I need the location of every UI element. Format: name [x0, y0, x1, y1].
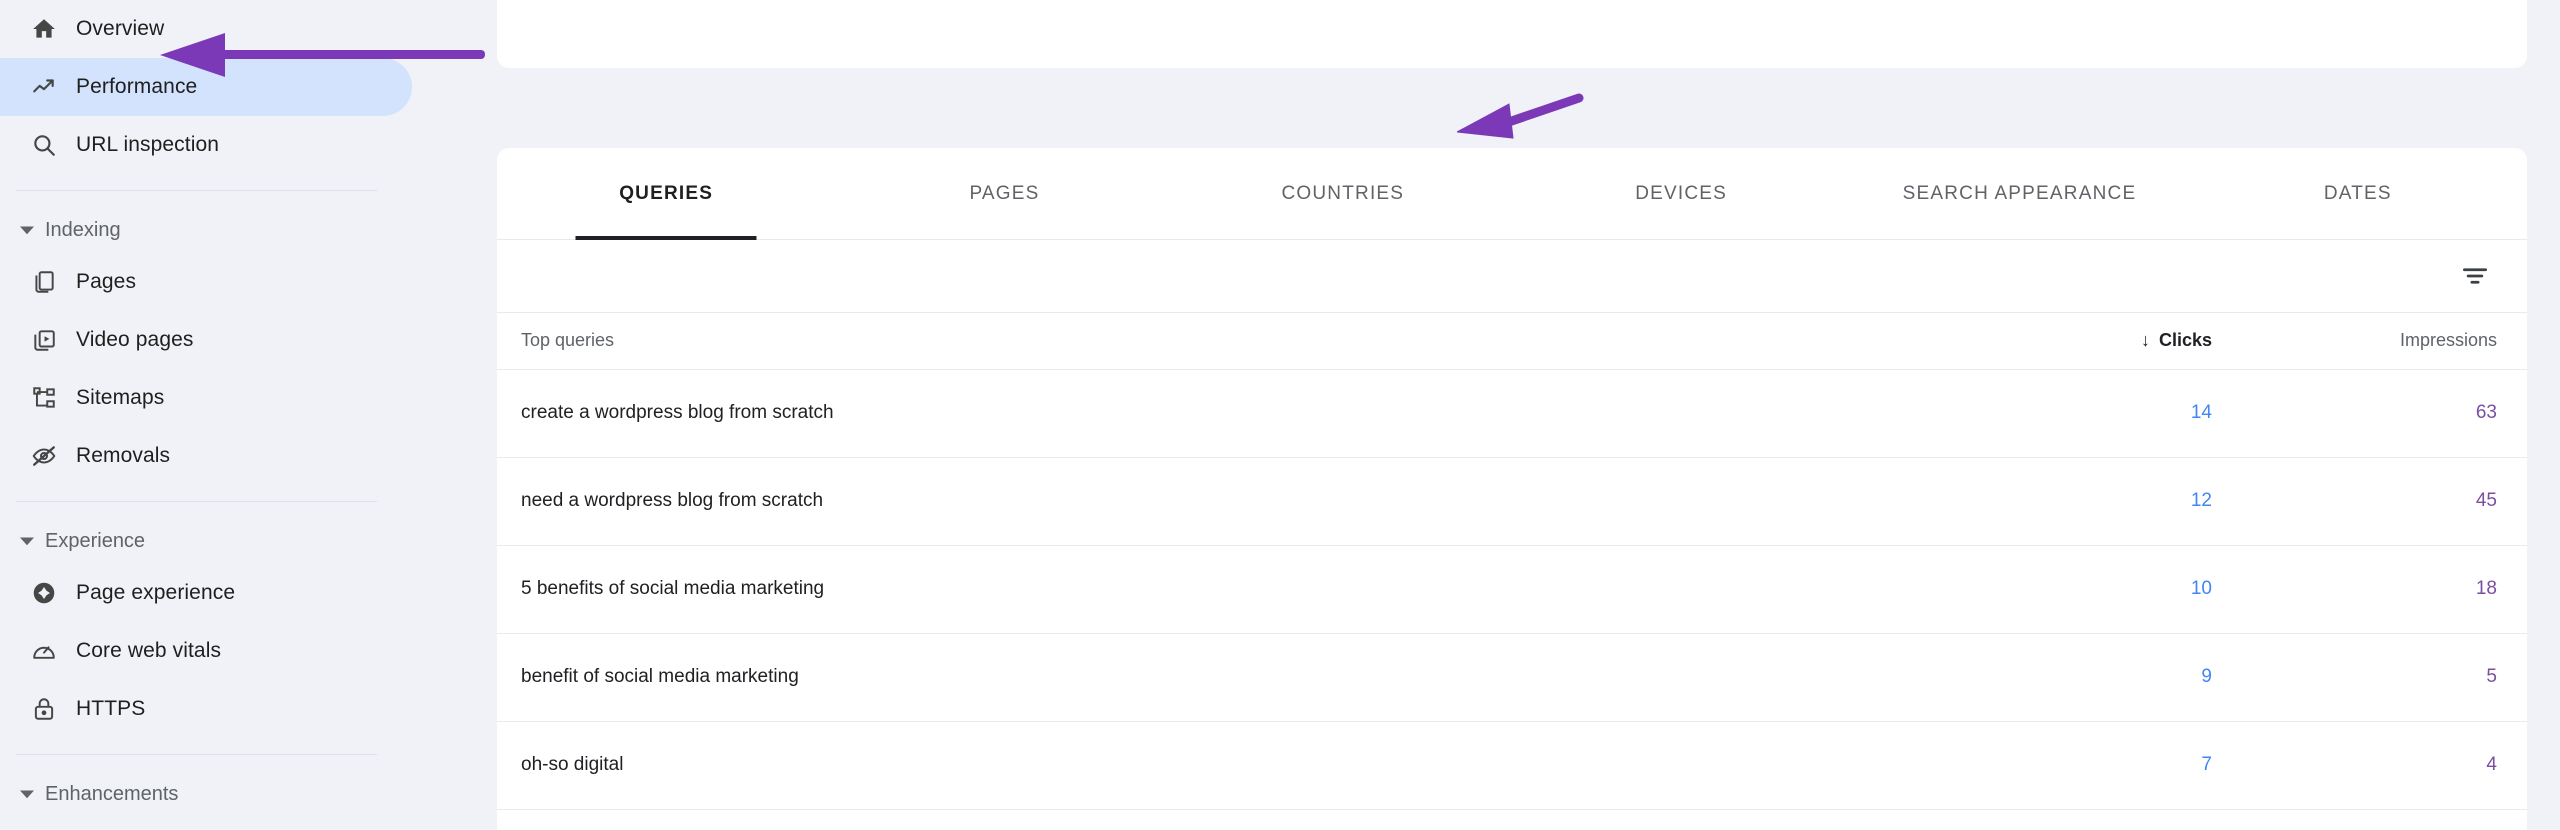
cell-query: oh-so digital — [521, 754, 624, 775]
chevron-down-icon — [14, 787, 40, 801]
sidebar-item-label: HTTPS — [76, 697, 146, 720]
cell-clicks: 9 — [2201, 666, 2212, 687]
lock-icon — [22, 696, 66, 722]
sidebar-item-label: Core web vitals — [76, 639, 222, 662]
tab-search-appearance[interactable]: SEARCH APPEARANCE — [1850, 148, 2188, 240]
table-row[interactable]: oh-so digital 7 4 — [497, 721, 2527, 809]
sidebar-item-https[interactable]: HTTPS — [0, 680, 412, 738]
page-experience-icon — [22, 580, 66, 606]
cell-query: 5 benefits of social media marketing — [521, 578, 825, 599]
tab-pages[interactable]: PAGES — [835, 148, 1173, 240]
tab-label: SEARCH APPEARANCE — [1902, 182, 2137, 204]
sidebar-item-label: Page experience — [76, 581, 236, 604]
table-row[interactable]: merge two wordpress sites 0 3 — [497, 809, 2527, 830]
sidebar-item-label: Video pages — [76, 328, 194, 351]
dimension-tabs: QUERIES PAGES COUNTRIES DEVICES SEARCH A… — [497, 148, 2527, 240]
chevron-down-icon — [14, 534, 40, 548]
table-row[interactable]: create a wordpress blog from scratch 14 … — [497, 369, 2527, 457]
sidebar-item-video-pages[interactable]: Video pages — [0, 311, 412, 369]
column-header-clicks-label: Clicks — [2158, 330, 2212, 351]
cell-query: benefit of social media marketing — [521, 666, 799, 687]
sidebar-divider — [16, 754, 377, 755]
sidebar-item-label: Sitemaps — [76, 386, 165, 409]
tab-countries[interactable]: COUNTRIES — [1174, 148, 1512, 240]
tab-label: QUERIES — [619, 182, 714, 204]
filter-icon[interactable] — [2458, 259, 2492, 293]
cell-query: merge two wordpress sites — [497, 809, 2057, 830]
column-header-top-queries[interactable]: Top queries — [497, 313, 2057, 369]
tab-label: COUNTRIES — [1281, 182, 1405, 204]
sidebar-section-experience[interactable]: Experience — [0, 518, 497, 564]
sort-descending-icon: ↓ — [2140, 330, 2150, 351]
cell-impressions: 63 — [2475, 402, 2497, 423]
sidebar-section-indexing[interactable]: Indexing — [0, 207, 497, 253]
column-header-clicks[interactable]: ↓ Clicks — [2057, 313, 2302, 369]
table-header-row: Top queries ↓ Clicks Impressions — [497, 313, 2527, 369]
cell-clicks: 14 — [2190, 402, 2212, 423]
cell-impressions: 45 — [2475, 490, 2497, 511]
pages-icon — [22, 269, 66, 295]
table-head: Top queries ↓ Clicks Impressions — [497, 313, 2527, 369]
sidebar-section-label: Experience — [45, 529, 146, 552]
sidebar-item-core-web-vitals[interactable]: Core web vitals — [0, 622, 412, 680]
cell-impressions: 5 — [2486, 666, 2497, 687]
cell-query: create a wordpress blog from scratch — [521, 402, 834, 423]
sidebar-section-enhancements[interactable]: Enhancements — [0, 771, 497, 817]
home-icon — [22, 16, 66, 42]
sidebar-item-page-experience[interactable]: Page experience — [0, 564, 412, 622]
sitemap-icon — [22, 385, 66, 411]
sidebar-divider — [16, 501, 377, 502]
sidebar-item-removals[interactable]: Removals — [0, 427, 412, 485]
video-pages-icon — [22, 327, 66, 353]
sidebar-item-pages[interactable]: Pages — [0, 253, 412, 311]
table-body: create a wordpress blog from scratch 14 … — [497, 369, 2527, 830]
trending-up-icon — [22, 74, 66, 100]
sidebar-item-label: Performance — [76, 75, 198, 98]
cell-impressions: 4 — [2486, 754, 2497, 775]
table-row[interactable]: 5 benefits of social media marketing 10 … — [497, 545, 2527, 633]
sidebar-item-label: URL inspection — [76, 133, 220, 156]
main-content: Date: Last 3 months Search type: Web Add… — [497, 0, 2560, 830]
sidebar-divider — [16, 190, 377, 191]
sidebar-section-label: Enhancements — [45, 782, 179, 805]
cell-clicks: 7 — [2201, 754, 2212, 775]
tab-label: DATES — [2323, 182, 2392, 204]
tab-queries[interactable]: QUERIES — [497, 148, 835, 240]
cell-clicks: 12 — [2190, 490, 2212, 511]
tab-label: DEVICES — [1635, 182, 1728, 204]
column-header-impressions[interactable]: Impressions — [2302, 313, 2527, 369]
cell-query: need a wordpress blog from scratch — [521, 490, 824, 511]
sidebar-item-label: Overview — [76, 17, 165, 40]
cell-clicks: 10 — [2190, 578, 2212, 599]
search-console-performance-page: Overview Performance URL inspection Inde… — [0, 0, 2560, 830]
tab-dates[interactable]: DATES — [2189, 148, 2527, 240]
cell-impressions: 3 — [2302, 809, 2527, 830]
table-row[interactable]: need a wordpress blog from scratch 12 45 — [497, 457, 2527, 545]
sidebar-item-label: Removals — [76, 444, 171, 467]
dimension-table-card: QUERIES PAGES COUNTRIES DEVICES SEARCH A… — [497, 148, 2527, 830]
sidebar-item-performance[interactable]: Performance — [0, 58, 412, 116]
speedometer-icon — [22, 638, 66, 664]
sidebar: Overview Performance URL inspection Inde… — [0, 0, 497, 830]
sidebar-item-label: Pages — [76, 270, 137, 293]
queries-table: Top queries ↓ Clicks Impressions create … — [497, 313, 2527, 830]
table-filter-bar — [497, 240, 2527, 313]
sidebar-item-url-inspection[interactable]: URL inspection — [0, 116, 412, 174]
search-icon — [22, 132, 66, 158]
table-row[interactable]: benefit of social media marketing 9 5 — [497, 633, 2527, 721]
chevron-down-icon — [14, 223, 40, 237]
chart-card-bottom-edge — [497, 0, 2527, 68]
cell-clicks: 0 — [2057, 809, 2302, 830]
tab-devices[interactable]: DEVICES — [1512, 148, 1850, 240]
sidebar-item-overview[interactable]: Overview — [0, 0, 412, 58]
sidebar-item-sitemaps[interactable]: Sitemaps — [0, 369, 412, 427]
sidebar-section-label: Indexing — [45, 218, 121, 241]
eye-off-icon — [22, 443, 66, 469]
tab-label: PAGES — [969, 182, 1040, 204]
cell-impressions: 18 — [2475, 578, 2497, 599]
